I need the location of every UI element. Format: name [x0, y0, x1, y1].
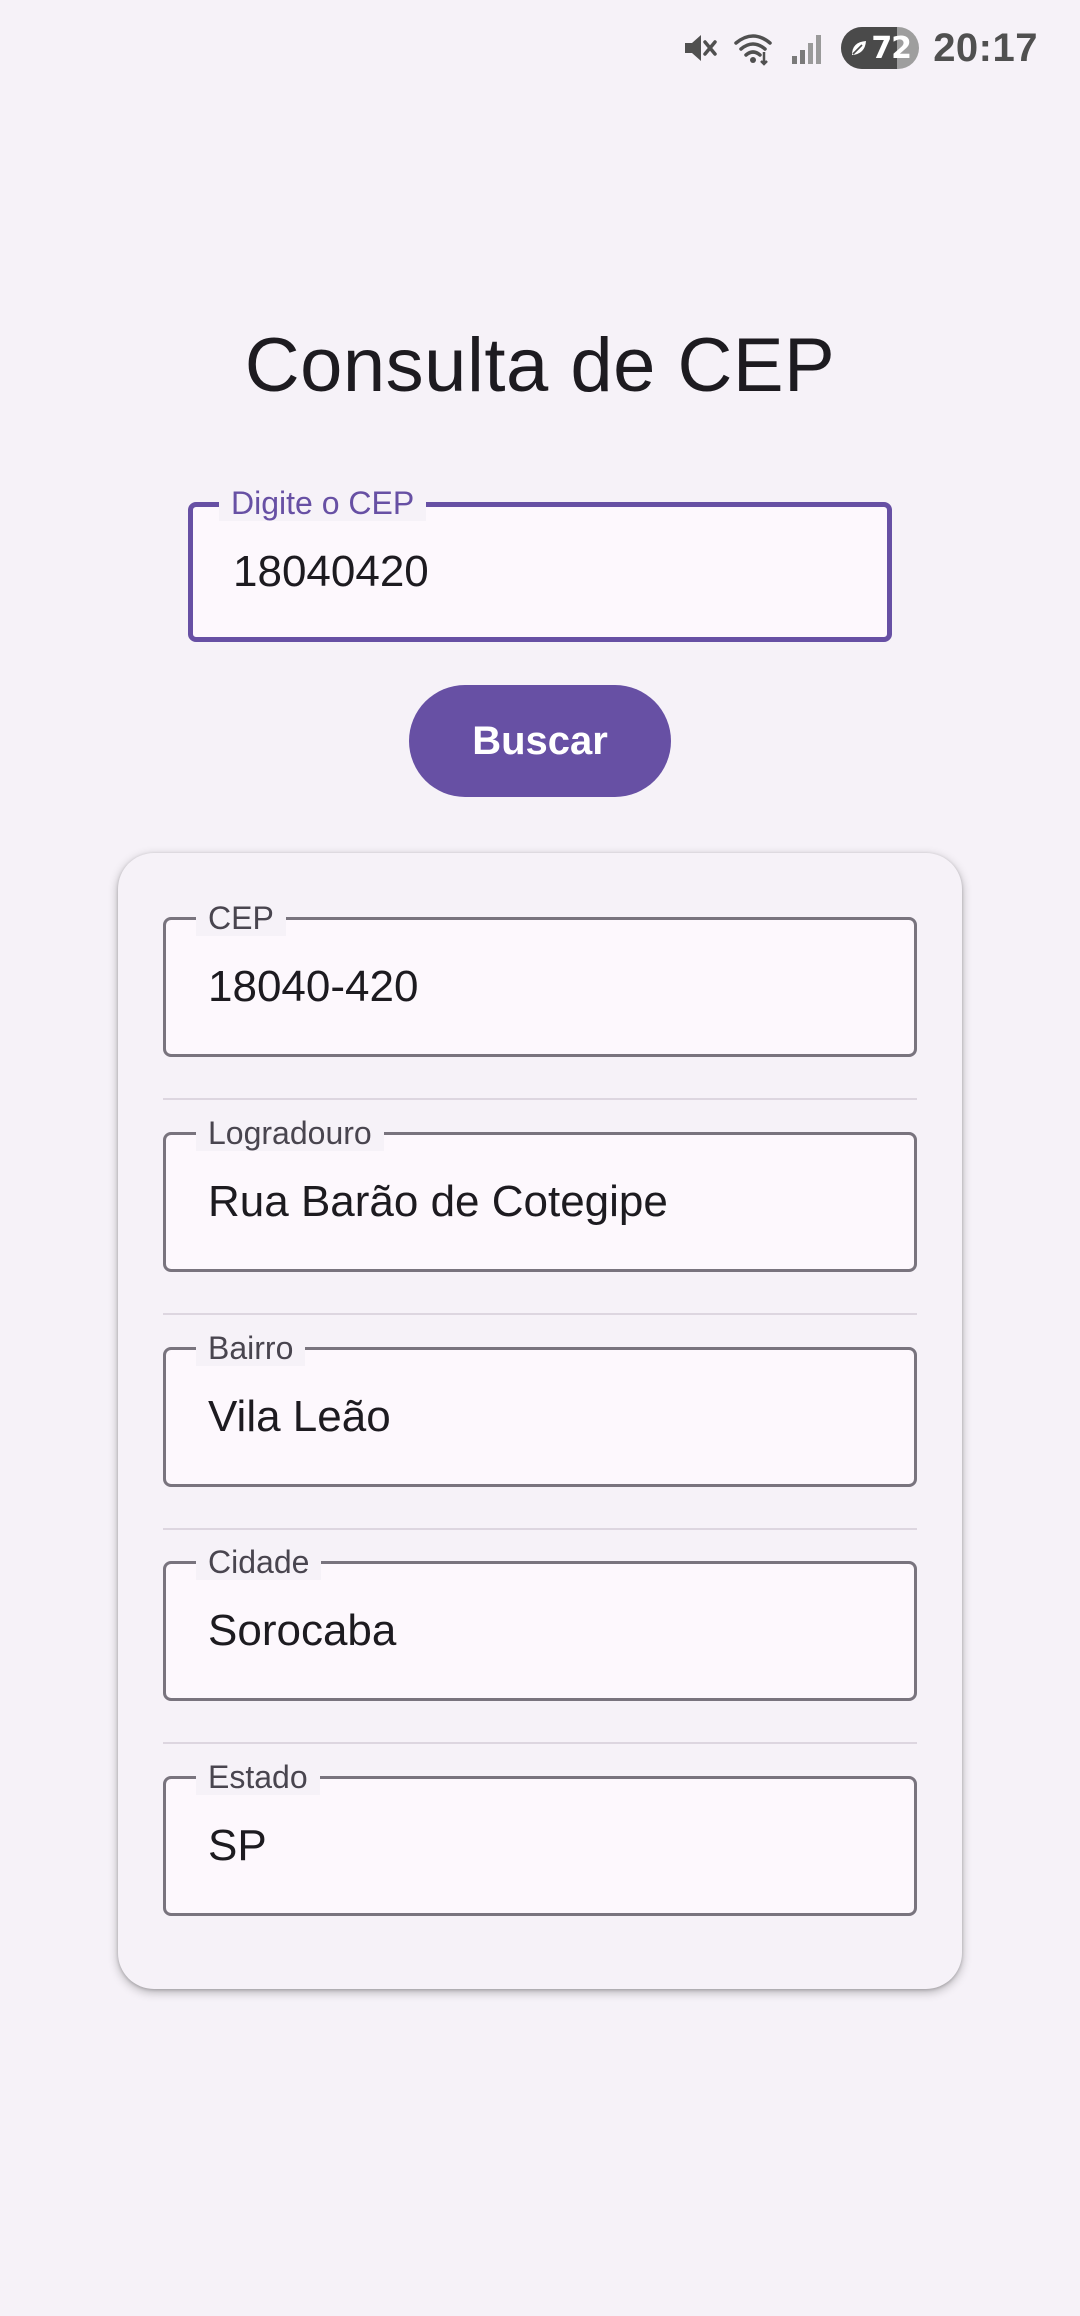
result-field-bairro[interactable]: Bairro Vila Leão	[163, 1330, 917, 1487]
page-title: Consulta de CEP	[244, 323, 836, 408]
result-card: CEP 18040-420 Logradouro Rua Barão de Co…	[118, 853, 962, 1989]
status-bar: 72 20:17	[0, 0, 1080, 96]
battery-saver-leaf-icon	[852, 41, 867, 55]
battery-indicator: 72	[841, 27, 920, 69]
result-field-value: Rua Barão de Cotegipe	[208, 1177, 668, 1226]
search-button[interactable]: Buscar	[409, 685, 671, 797]
mute-icon	[685, 35, 717, 61]
clock: 20:17	[933, 25, 1038, 70]
cep-input[interactable]: Digite o CEP 18040420	[188, 485, 892, 642]
wifi-icon	[734, 34, 772, 66]
signal-icon	[792, 35, 822, 64]
divider	[163, 1098, 917, 1100]
app-screen: 72 20:17 Consulta de CEP Digite o CEP 18…	[0, 0, 1080, 2316]
result-field-value: Vila Leão	[208, 1392, 391, 1441]
result-field-value: SP	[208, 1821, 267, 1870]
result-field-logradouro[interactable]: Logradouro Rua Barão de Cotegipe	[163, 1115, 917, 1272]
result-field-cep[interactable]: CEP 18040-420	[163, 900, 917, 1057]
result-field-estado[interactable]: Estado SP	[163, 1759, 917, 1916]
cep-input-value: 18040420	[233, 547, 429, 596]
result-field-value: Sorocaba	[208, 1606, 397, 1655]
divider	[163, 1528, 917, 1530]
battery-level: 72	[871, 30, 912, 66]
result-field-cidade[interactable]: Cidade Sorocaba	[163, 1544, 917, 1701]
divider	[163, 1742, 917, 1744]
status-icons: 72 20:17	[679, 22, 1038, 74]
divider	[163, 1313, 917, 1315]
result-field-value: 18040-420	[208, 962, 419, 1011]
